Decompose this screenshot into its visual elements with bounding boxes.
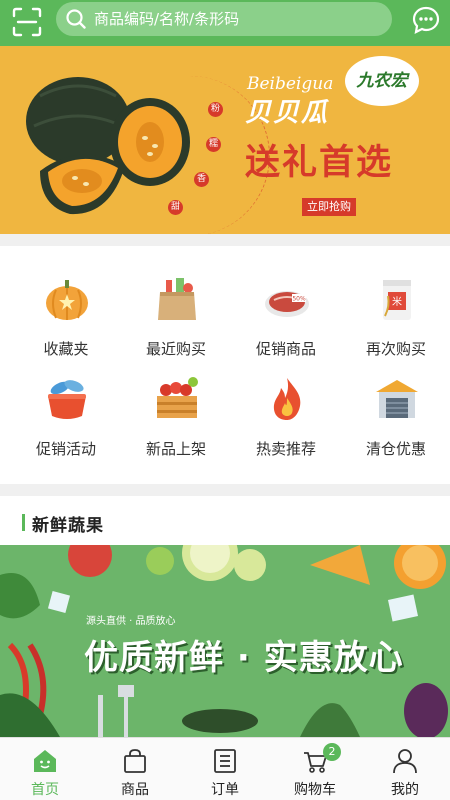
buy-now-button[interactable]: 立即抢购	[302, 198, 356, 216]
fire-icon	[273, 378, 301, 420]
quick-menu-grid: 收藏夹 最近购买 50% 促销商品 米 再次购买 促销活动 新品上架 热卖推荐 …	[0, 246, 450, 484]
tab-products[interactable]: 商品	[90, 738, 180, 800]
order-list-icon	[214, 749, 236, 773]
menu-item-buy-again[interactable]: 米 再次购买	[340, 246, 450, 358]
fresh-produce-banner[interactable]: 源头直供 · 品质放心 优质新鲜 · 实惠放心	[0, 545, 450, 737]
bottom-tab-bar: 首页 商品 订单 2 购物车 我的	[0, 737, 450, 800]
shopping-bag-icon	[124, 749, 146, 773]
tab-label: 商品	[121, 782, 149, 798]
menu-item-new-arrivals[interactable]: 新品上架	[120, 346, 232, 458]
cart-count-badge: 2	[323, 743, 341, 761]
rice-label: 米	[392, 295, 402, 308]
promo-subtitle: 源头直供 · 品质放心	[86, 616, 176, 627]
tag-dot: 糯	[206, 137, 221, 152]
brand-logo: 九农宏	[345, 56, 419, 106]
discount-tag: 50%	[292, 296, 306, 303]
menu-item-label: 促销活动	[35, 440, 96, 458]
section-title: 新鲜蔬果	[32, 516, 104, 536]
tab-label: 订单	[211, 782, 239, 798]
search-icon	[66, 9, 86, 29]
tab-profile[interactable]: 我的	[360, 738, 450, 800]
menu-item-hot-picks[interactable]: 热卖推荐	[230, 346, 342, 458]
message-icon[interactable]	[412, 6, 440, 34]
menu-item-promo-events[interactable]: 促销活动	[10, 346, 122, 458]
tag-dot: 香	[194, 172, 209, 187]
section-divider	[0, 484, 450, 496]
meat-tray-icon: 50%	[265, 291, 309, 317]
menu-item-label: 清仓优惠	[365, 440, 426, 458]
tab-label: 购物车	[294, 782, 336, 798]
section-accent-bar	[22, 514, 25, 531]
menu-item-recent-purchases[interactable]: 最近购买	[120, 246, 232, 358]
hero-banner[interactable]: 粉 糯 香 甜 九农宏 Beibeigua 贝贝瓜 送礼首选 立即抢购	[0, 46, 450, 234]
home-icon	[34, 750, 56, 772]
banner-brand-en: Beibeigua	[247, 74, 334, 94]
menu-item-label: 新品上架	[145, 440, 206, 458]
section-header: 新鲜蔬果	[0, 496, 450, 545]
user-icon	[393, 749, 417, 774]
section-divider	[0, 234, 450, 246]
banner-brand-cn: 贝贝瓜	[245, 98, 330, 128]
tab-orders[interactable]: 订单	[180, 738, 270, 800]
search-placeholder: 商品编码/名称/条形码	[94, 10, 240, 28]
warehouse-icon	[376, 380, 418, 418]
pumpkin-icon	[46, 280, 88, 320]
tab-label: 我的	[391, 782, 419, 798]
grocery-bag-icon	[158, 278, 196, 320]
scan-icon[interactable]	[12, 7, 42, 37]
top-bar: 商品编码/名称/条形码	[0, 0, 450, 46]
menu-item-label: 热卖推荐	[255, 440, 316, 458]
tab-label: 首页	[31, 782, 59, 798]
tag-dot: 粉	[208, 102, 223, 117]
fruit-crate-icon	[157, 377, 198, 418]
search-input[interactable]: 商品编码/名称/条形码	[56, 2, 392, 36]
menu-item-favorites[interactable]: 收藏夹	[10, 246, 122, 358]
tab-cart[interactable]: 2 购物车	[270, 738, 360, 800]
fish-basket-icon	[48, 380, 86, 419]
menu-item-clearance[interactable]: 清仓优惠	[340, 346, 450, 458]
rice-bag-icon: 米	[383, 280, 411, 320]
menu-item-promo-products[interactable]: 50% 促销商品	[230, 246, 342, 358]
tag-dot: 甜	[168, 200, 183, 215]
tab-home[interactable]: 首页	[0, 738, 90, 800]
promo-title: 优质新鲜 · 实惠放心	[84, 638, 404, 678]
banner-title: 送礼首选	[245, 143, 394, 183]
